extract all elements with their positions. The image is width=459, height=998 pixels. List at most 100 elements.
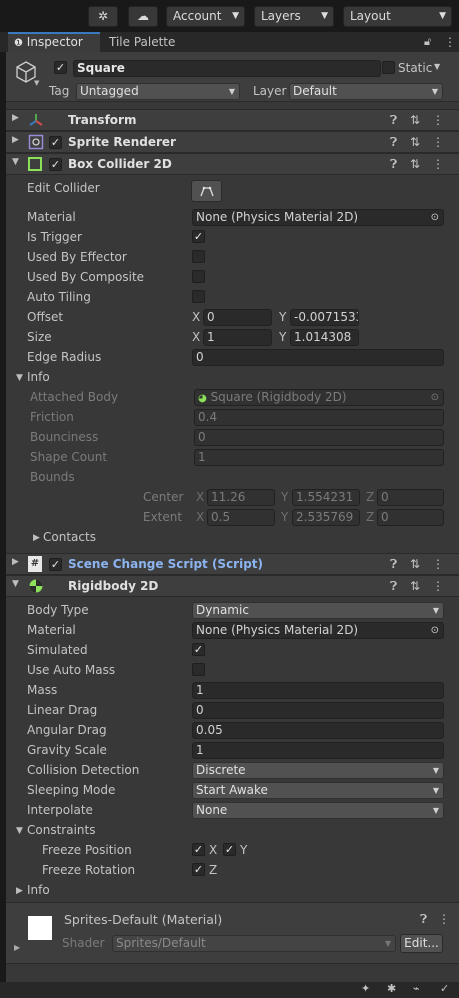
network-icon[interactable]: ⌁ bbox=[413, 982, 420, 995]
tab-inspector[interactable]: ❶ Inspector bbox=[8, 32, 100, 52]
interpolate-value: None bbox=[196, 803, 228, 817]
context-menu-icon[interactable]: ⋮ bbox=[432, 135, 444, 149]
context-menu-icon[interactable]: ⋮ bbox=[438, 912, 450, 926]
component-enabled-checkbox[interactable]: ✓ bbox=[49, 158, 62, 171]
layers-dropdown[interactable]: Layers ▼ bbox=[254, 6, 334, 27]
context-menu-icon[interactable]: ⋮ bbox=[432, 579, 444, 593]
help-icon[interactable]: ❓︎ bbox=[390, 579, 397, 594]
component-enabled-checkbox[interactable]: ✓ bbox=[49, 558, 62, 571]
object-picker-icon[interactable]: ⊙ bbox=[431, 623, 439, 638]
edge-radius-input[interactable]: 0 bbox=[192, 349, 444, 366]
freeze-position-x-checkbox[interactable]: ✓ bbox=[192, 843, 205, 856]
use-auto-mass-label: Use Auto Mass bbox=[27, 663, 116, 677]
size-x-input[interactable]: 1 bbox=[203, 329, 272, 346]
collapse-arrow-icon[interactable]: ▼ bbox=[16, 373, 23, 383]
auto-tiling-checkbox[interactable] bbox=[192, 290, 205, 303]
freeze-position-y-checkbox[interactable]: ✓ bbox=[223, 843, 236, 856]
is-trigger-checkbox[interactable]: ✓ bbox=[192, 230, 205, 243]
material-field[interactable]: None (Physics Material 2D) ⊙ bbox=[192, 209, 444, 226]
tab-tile-palette-label: Tile Palette bbox=[109, 35, 176, 49]
edit-collider-label: Edit Collider bbox=[27, 181, 100, 195]
debug-icon[interactable]: ✦ bbox=[361, 982, 370, 995]
rb-info-foldout[interactable]: Info bbox=[27, 883, 50, 897]
angular-drag-input[interactable]: 0.05 bbox=[192, 722, 444, 739]
object-picker-icon[interactable]: ⊙ bbox=[431, 210, 439, 225]
component-box-collider-2d[interactable]: ▼ ✓ Box Collider 2D ❓︎ ⇅ ⋮ bbox=[6, 153, 459, 175]
tag-dropdown[interactable]: Untagged ▼ bbox=[76, 83, 240, 100]
tab-tile-palette[interactable]: Tile Palette bbox=[109, 32, 189, 52]
collision-detection-dropdown[interactable]: Discrete ▼ bbox=[192, 762, 444, 779]
status-bar: ✦ ✱ ⌁ ✓ bbox=[0, 982, 459, 998]
shader-edit-button[interactable]: Edit... bbox=[400, 934, 443, 953]
constraints-foldout[interactable]: Constraints bbox=[27, 823, 95, 837]
presets-icon[interactable]: ⇅ bbox=[410, 113, 420, 127]
cloud-icon[interactable]: ☁ bbox=[128, 6, 158, 27]
context-menu-icon[interactable]: ⋮ bbox=[432, 157, 444, 171]
presets-icon[interactable]: ⇅ bbox=[410, 557, 420, 571]
help-icon[interactable]: ❓︎ bbox=[390, 157, 397, 172]
component-transform[interactable]: ▶ Transform ❓︎ ⇅ ⋮ bbox=[6, 109, 459, 131]
body-type-dropdown[interactable]: Dynamic ▼ bbox=[192, 602, 444, 619]
layer-dropdown[interactable]: Default ▼ bbox=[289, 83, 443, 100]
check-icon[interactable]: ✓ bbox=[440, 982, 449, 995]
object-name-input[interactable]: Square bbox=[73, 60, 381, 77]
active-toggle[interactable]: ✓ bbox=[54, 61, 67, 74]
presets-icon[interactable]: ⇅ bbox=[410, 135, 420, 149]
gravity-scale-input[interactable]: 1 bbox=[192, 742, 444, 759]
collapse-arrow-icon[interactable]: ▼ bbox=[16, 826, 23, 836]
expand-arrow-icon[interactable]: ▶ bbox=[33, 533, 40, 543]
contacts-foldout[interactable]: Contacts bbox=[43, 530, 96, 544]
bug-icon[interactable]: ✱ bbox=[387, 982, 396, 995]
account-dropdown[interactable]: Account ▼ bbox=[166, 6, 245, 27]
icon-select-caret-icon[interactable]: ▼ bbox=[34, 79, 39, 87]
offset-y-input[interactable]: -0.0071533 bbox=[290, 309, 359, 326]
offset-x-input[interactable]: 0 bbox=[203, 309, 272, 326]
context-menu-icon[interactable]: ⋮ bbox=[432, 113, 444, 127]
axis-z-label: Z bbox=[366, 510, 375, 524]
context-menu-icon[interactable]: ⋮ bbox=[432, 557, 444, 571]
help-icon[interactable]: ❓︎ bbox=[390, 557, 397, 572]
used-by-effector-checkbox[interactable] bbox=[192, 250, 205, 263]
static-caret-icon[interactable]: ▼ bbox=[434, 62, 440, 71]
info-foldout[interactable]: Info bbox=[27, 370, 50, 384]
component-rigidbody-2d[interactable]: ▼ Rigidbody 2D ❓︎ ⇅ ⋮ bbox=[6, 575, 459, 597]
chevron-down-icon: ▼ bbox=[384, 939, 391, 948]
help-icon[interactable]: ❓︎ bbox=[390, 113, 397, 128]
mass-input[interactable]: 1 bbox=[192, 682, 444, 699]
expand-arrow-icon[interactable]: ▶ bbox=[16, 886, 23, 896]
rb-material-field[interactable]: None (Physics Material 2D) ⊙ bbox=[192, 622, 444, 639]
interpolate-dropdown[interactable]: None ▼ bbox=[192, 802, 444, 819]
collapse-arrow-icon[interactable]: ▼ bbox=[12, 579, 19, 589]
component-sprite-renderer[interactable]: ▶ ✓ Sprite Renderer ❓︎ ⇅ ⋮ bbox=[6, 131, 459, 153]
freeze-rotation-z-checkbox[interactable]: ✓ bbox=[192, 863, 205, 876]
static-checkbox[interactable] bbox=[382, 61, 395, 74]
presets-icon[interactable]: ⇅ bbox=[410, 579, 420, 593]
lock-icon[interactable]: 🔓︎ bbox=[424, 32, 436, 52]
help-icon[interactable]: ❓︎ bbox=[390, 135, 397, 150]
component-enabled-checkbox[interactable]: ✓ bbox=[49, 136, 62, 149]
presets-icon[interactable]: ⇅ bbox=[410, 157, 420, 171]
help-icon[interactable]: ❓︎ bbox=[420, 912, 427, 927]
size-y-input[interactable]: 1.014308 bbox=[290, 329, 359, 346]
expand-arrow-icon[interactable]: ▶ bbox=[12, 557, 19, 567]
divider bbox=[6, 963, 459, 964]
layout-dropdown[interactable]: Layout ▼ bbox=[343, 6, 452, 27]
edit-collider-button[interactable] bbox=[191, 180, 222, 202]
services-icon[interactable]: ✲ bbox=[88, 6, 118, 27]
shader-dropdown[interactable]: Sprites/Default ▼ bbox=[112, 935, 396, 952]
used-by-composite-checkbox[interactable] bbox=[192, 270, 205, 283]
sleeping-mode-label: Sleeping Mode bbox=[27, 783, 116, 797]
component-scene-change-script[interactable]: ▶ # ✓ Scene Change Script (Script) ❓︎ ⇅ … bbox=[6, 553, 459, 575]
freeze-position-label: Freeze Position bbox=[42, 843, 132, 857]
expand-arrow-icon[interactable]: ▶ bbox=[14, 943, 20, 952]
layout-label: Layout bbox=[350, 9, 391, 23]
more-menu-icon[interactable]: ⋮ bbox=[444, 32, 456, 52]
attached-body-value: Square (Rigidbody 2D) bbox=[210, 390, 347, 404]
expand-arrow-icon[interactable]: ▶ bbox=[12, 113, 19, 123]
linear-drag-input[interactable]: 0 bbox=[192, 702, 444, 719]
collapse-arrow-icon[interactable]: ▼ bbox=[12, 157, 19, 167]
use-auto-mass-checkbox[interactable] bbox=[192, 663, 205, 676]
expand-arrow-icon[interactable]: ▶ bbox=[12, 135, 19, 145]
simulated-checkbox[interactable]: ✓ bbox=[192, 643, 205, 656]
sleeping-mode-dropdown[interactable]: Start Awake ▼ bbox=[192, 782, 444, 799]
